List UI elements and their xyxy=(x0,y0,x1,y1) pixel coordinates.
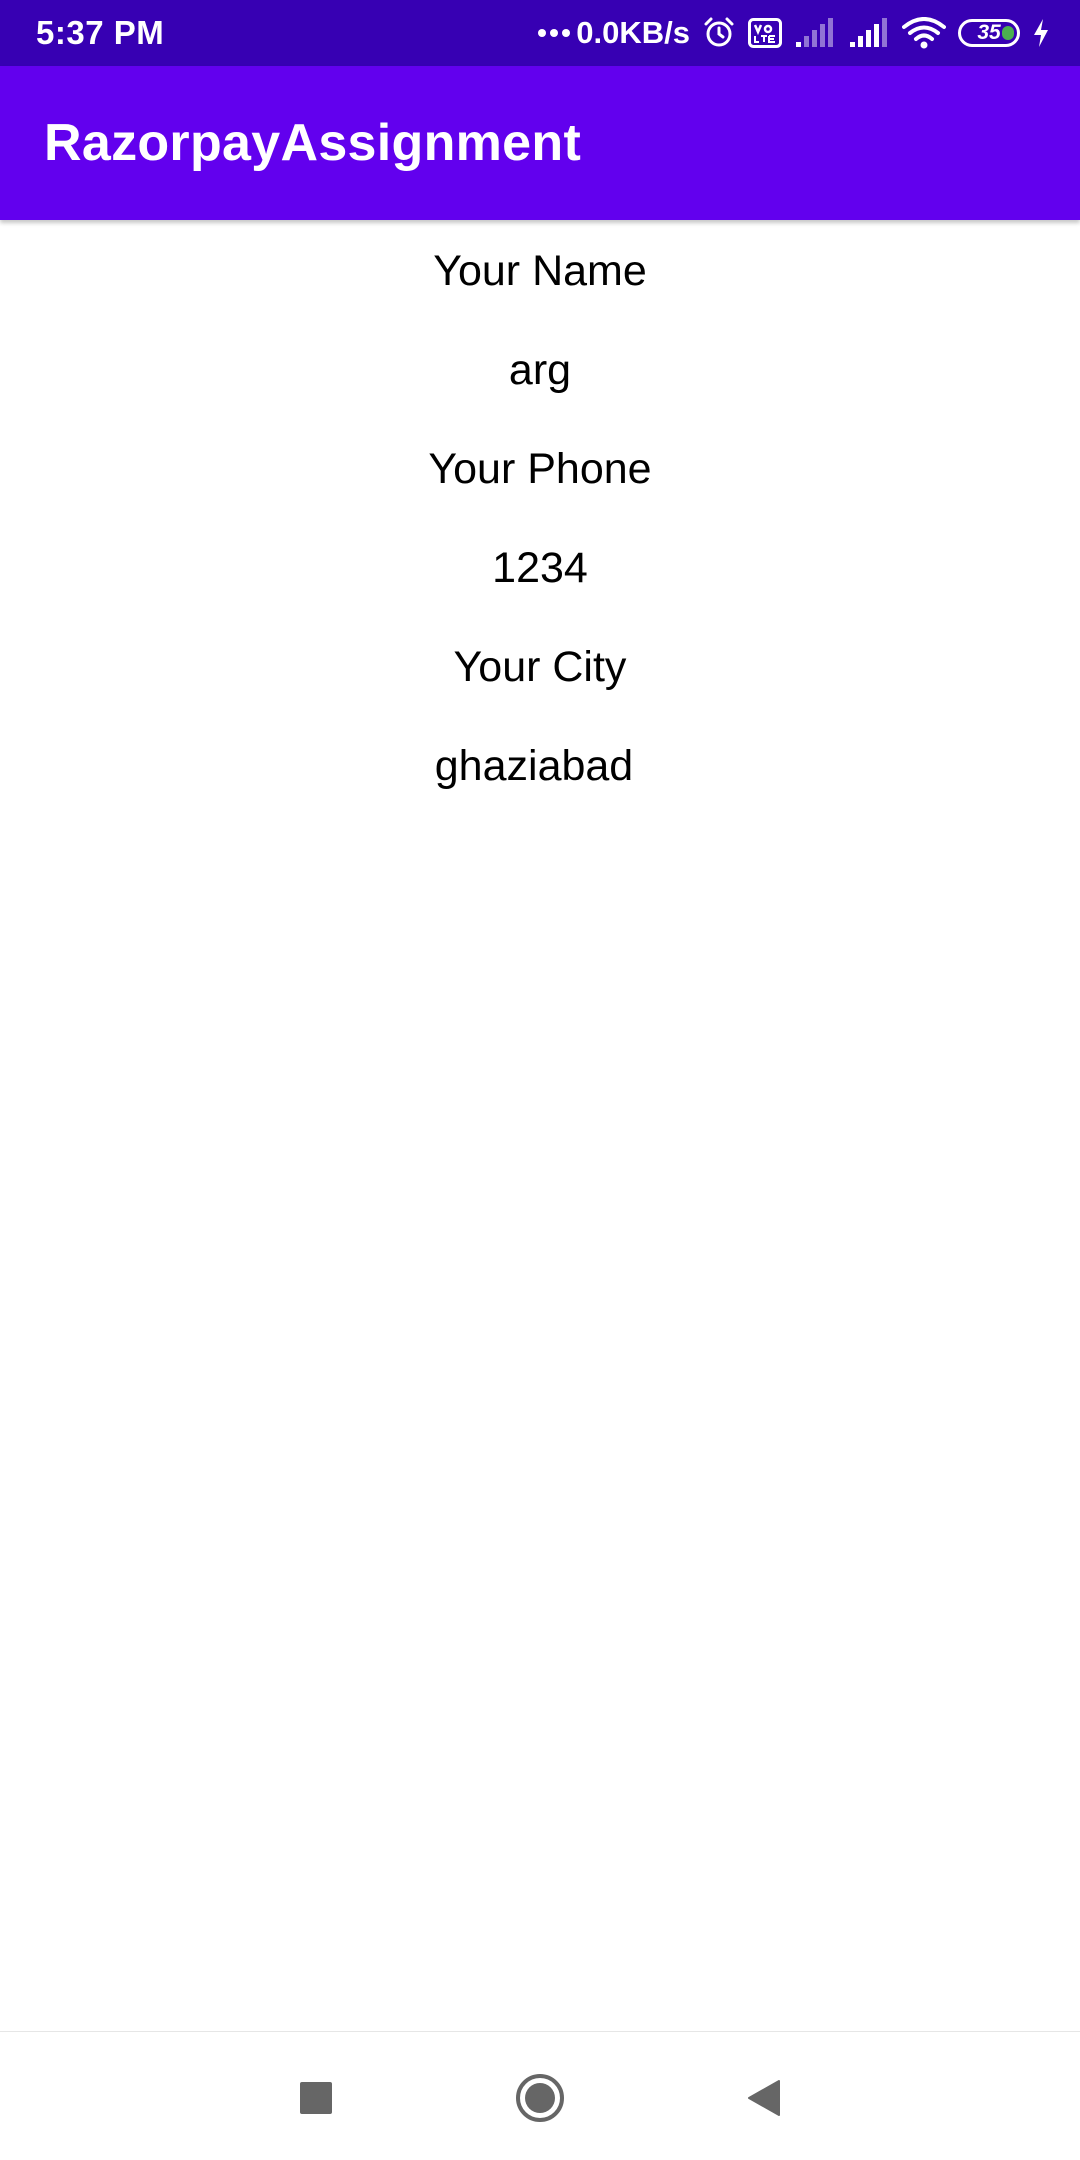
navigation-bar xyxy=(0,2032,1080,2160)
battery-icon: 35 xyxy=(958,19,1020,47)
home-icon xyxy=(516,2074,564,2122)
home-button[interactable] xyxy=(512,2070,568,2126)
recents-icon xyxy=(300,2082,332,2114)
back-button[interactable] xyxy=(736,2070,792,2126)
screen: 5:37 PM 0.0KB/s 35 RazorpayAssignment Yo… xyxy=(0,0,1080,2160)
volte-icon xyxy=(748,18,782,48)
network-speed: 0.0KB/s xyxy=(538,15,690,51)
wifi-icon xyxy=(902,17,946,49)
phone-label: Your Phone xyxy=(428,445,652,493)
battery-level: 35 xyxy=(977,21,1001,44)
signal-weak-icon xyxy=(794,18,836,48)
back-icon xyxy=(748,2080,780,2116)
app-bar: RazorpayAssignment xyxy=(0,66,1080,220)
city-value: ghaziabad xyxy=(434,742,634,790)
phone-value: 1234 xyxy=(492,544,588,592)
name-value: arg xyxy=(508,346,572,394)
recents-button[interactable] xyxy=(288,2070,344,2126)
name-label: Your Name xyxy=(433,247,647,295)
status-time: 5:37 PM xyxy=(36,14,165,51)
signal-icon xyxy=(848,18,890,48)
network-speed-text: 0.0KB/s xyxy=(576,15,690,50)
app-title: RazorpayAssignment xyxy=(44,114,582,172)
city-label: Your City xyxy=(453,643,627,691)
alarm-icon xyxy=(702,16,736,50)
status-icons: 0.0KB/s 35 xyxy=(538,15,1050,51)
charging-icon xyxy=(1032,18,1050,48)
status-bar: 5:37 PM 0.0KB/s 35 xyxy=(0,0,1080,66)
more-notifications-icon xyxy=(538,29,571,37)
battery-fill xyxy=(1002,26,1014,40)
